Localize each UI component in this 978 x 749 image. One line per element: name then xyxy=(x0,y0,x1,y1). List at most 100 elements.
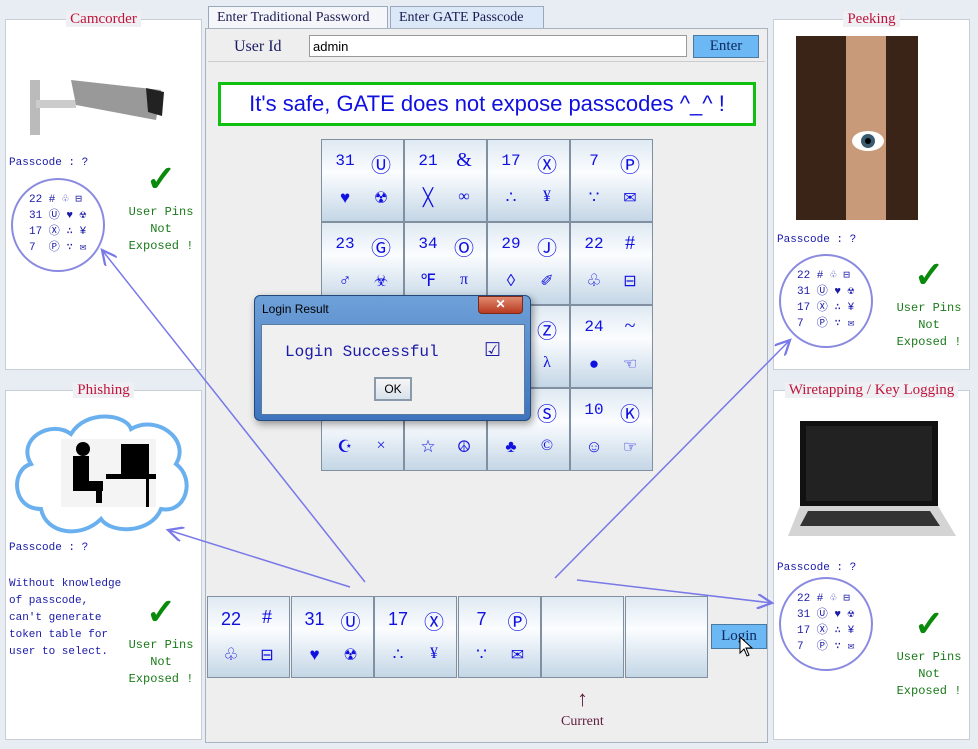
token-num: 23 xyxy=(335,235,355,253)
token-b2: ✐ xyxy=(540,273,554,290)
token-b2: π xyxy=(459,271,469,288)
phishing-panel: Phishing Passcode : ? Without knowledge … xyxy=(5,382,202,740)
token-cell[interactable]: 29 Ⓙ ◊ ✐ xyxy=(487,222,570,305)
token-num: 22 xyxy=(220,609,242,629)
current-arrow-icon: ↑ xyxy=(577,686,588,711)
token-b2: ☜ xyxy=(622,356,638,373)
token-sym: Ⓞ xyxy=(454,238,474,260)
token-b2: ✉ xyxy=(623,190,637,207)
selected-slot[interactable]: 7 Ⓟ ∵ ✉ xyxy=(457,596,541,678)
token-cell[interactable]: 24 ~ ● ☜ xyxy=(570,305,653,388)
passcode-circle: 22 # ♧ ⊟ 31 Ⓤ ♥ ☢ 17 Ⓧ ∴ ¥ 7 Ⓟ ∵ ✉ xyxy=(11,178,105,272)
token-sym: ~ xyxy=(624,315,636,337)
token-b2: ⊟ xyxy=(260,647,274,664)
checkbox-icon: ☑ xyxy=(484,340,502,361)
token-cell[interactable]: 21 & ╳ ∞ xyxy=(404,139,487,222)
login-button[interactable]: Login xyxy=(711,624,767,649)
token-b1: ℉ xyxy=(419,271,437,290)
token-cell[interactable]: 22 # ♧ ⊟ xyxy=(570,222,653,305)
token-cell[interactable]: 23 Ⓖ ♂ ☣ xyxy=(321,222,404,305)
token-b1: ╳ xyxy=(422,188,434,207)
token-b1: ♣ xyxy=(505,437,517,456)
passcode-label: Passcode : ? xyxy=(777,234,857,246)
safety-message: It's safe, GATE does not expose passcode… xyxy=(218,82,756,126)
laptop-image xyxy=(788,421,956,536)
selected-slot[interactable] xyxy=(541,596,624,678)
phishing-image xyxy=(15,414,189,534)
check-icon: ✓ xyxy=(146,159,177,199)
token-sym: # xyxy=(625,232,635,254)
passcode-label: Passcode : ? xyxy=(9,157,89,169)
token-b1: ☺ xyxy=(585,437,603,456)
camcorder-image xyxy=(30,80,164,135)
close-icon[interactable]: ✕ xyxy=(478,296,523,314)
token-sym: Ⓢ xyxy=(537,404,557,426)
userid-input[interactable] xyxy=(309,35,687,57)
camcorder-panel: Camcorder Passcode : ? 22 # ♧ ⊟ 31 Ⓤ ♥ ☢… xyxy=(5,11,202,370)
selected-slot[interactable] xyxy=(624,596,708,678)
peeking-panel: Peeking Passcode : ? 22 # ♧ ⊟ 31 Ⓤ ♥ ☢ 1… xyxy=(773,11,970,370)
check-icon: ✓ xyxy=(914,255,945,295)
token-num: 22 xyxy=(584,235,604,253)
token-cell[interactable]: 17 Ⓧ ∴ ¥ xyxy=(487,139,570,222)
passcode-circle: 22 # ♧ ⊟ 31 Ⓤ ♥ ☢ 17 Ⓧ ∴ ¥ 7 Ⓟ ∵ ✉ xyxy=(779,254,873,348)
panel-title: Camcorder xyxy=(66,11,141,27)
token-cell[interactable]: 10 Ⓚ ☺ ☞ xyxy=(570,388,653,471)
selected-slot[interactable]: 22 # ♧ ⊟ xyxy=(207,596,290,678)
token-sym: # xyxy=(262,606,272,628)
enter-button[interactable]: Enter xyxy=(693,35,759,58)
selected-slot[interactable]: 17 Ⓧ ∴ ¥ xyxy=(374,596,457,678)
passcode-circle: 22 # ♧ ⊟ 31 Ⓤ ♥ ☢ 17 Ⓧ ∴ ¥ 7 Ⓟ ∵ ✉ xyxy=(779,577,873,671)
userid-label: User Id xyxy=(234,38,282,55)
tab-gate-passcode[interactable]: Enter GATE Passcode xyxy=(390,6,544,29)
token-b1: ◊ xyxy=(506,271,516,290)
pins-status: User Pins Not Exposed ! xyxy=(896,301,962,349)
token-b1: ☪ xyxy=(337,437,353,456)
current-label: Current xyxy=(561,714,604,729)
token-num: 24 xyxy=(584,318,604,336)
token-b2: λ xyxy=(543,354,551,371)
token-b1: ♂ xyxy=(338,271,352,290)
token-num: 7 xyxy=(476,609,487,629)
token-b2: ☮ xyxy=(456,439,472,456)
token-num: 31 xyxy=(304,609,325,629)
token-sym: Ⓟ xyxy=(507,612,528,634)
token-num: 31 xyxy=(335,152,355,170)
token-b1: ♥ xyxy=(309,645,320,664)
panel-title: Phishing xyxy=(73,382,134,398)
token-b2: × xyxy=(376,437,386,454)
token-sym: Ⓤ xyxy=(371,155,391,177)
token-b2: ☢ xyxy=(373,190,389,207)
token-num: 34 xyxy=(418,235,438,253)
token-num: 10 xyxy=(584,401,604,419)
token-num: 29 xyxy=(501,235,521,253)
passcode-label: Passcode : ? xyxy=(777,562,857,574)
token-sym: Ⓤ xyxy=(340,612,361,634)
token-b1: ● xyxy=(588,354,600,373)
panel-title: Peeking xyxy=(843,11,900,27)
token-b1: ∴ xyxy=(392,645,404,664)
check-icon: ✓ xyxy=(146,592,177,632)
token-b2: ☣ xyxy=(373,273,389,290)
token-b2: ☢ xyxy=(343,647,358,664)
selected-slot[interactable]: 31 Ⓤ ♥ ☢ xyxy=(290,596,374,678)
ok-button[interactable]: OK xyxy=(374,377,412,401)
check-icon: ✓ xyxy=(914,604,945,644)
token-cell[interactable]: 34 Ⓞ ℉ π xyxy=(404,222,487,305)
userid-row: User Id Enter xyxy=(208,32,765,62)
token-num: 21 xyxy=(418,152,438,170)
token-b1: ∵ xyxy=(588,188,600,207)
dialog-message: Login Successful xyxy=(285,343,439,361)
token-cell[interactable]: 31 Ⓤ ♥ ☢ xyxy=(321,139,404,222)
token-sym: Ⓙ xyxy=(537,238,557,260)
pins-status: User Pins Not Exposed ! xyxy=(896,650,962,698)
token-cell[interactable]: 7 Ⓟ ∵ ✉ xyxy=(570,139,653,222)
token-b2: ¥ xyxy=(543,188,551,205)
token-b1: ☆ xyxy=(420,437,436,456)
tab-traditional-password[interactable]: Enter Traditional Password xyxy=(208,6,388,29)
token-sym: Ⓧ xyxy=(537,155,557,177)
token-sym: Ⓚ xyxy=(620,404,640,426)
token-b2: ¥ xyxy=(430,645,438,662)
passcode-label: Passcode : ? xyxy=(9,542,89,554)
pins-status: User Pins Not Exposed ! xyxy=(128,638,194,686)
